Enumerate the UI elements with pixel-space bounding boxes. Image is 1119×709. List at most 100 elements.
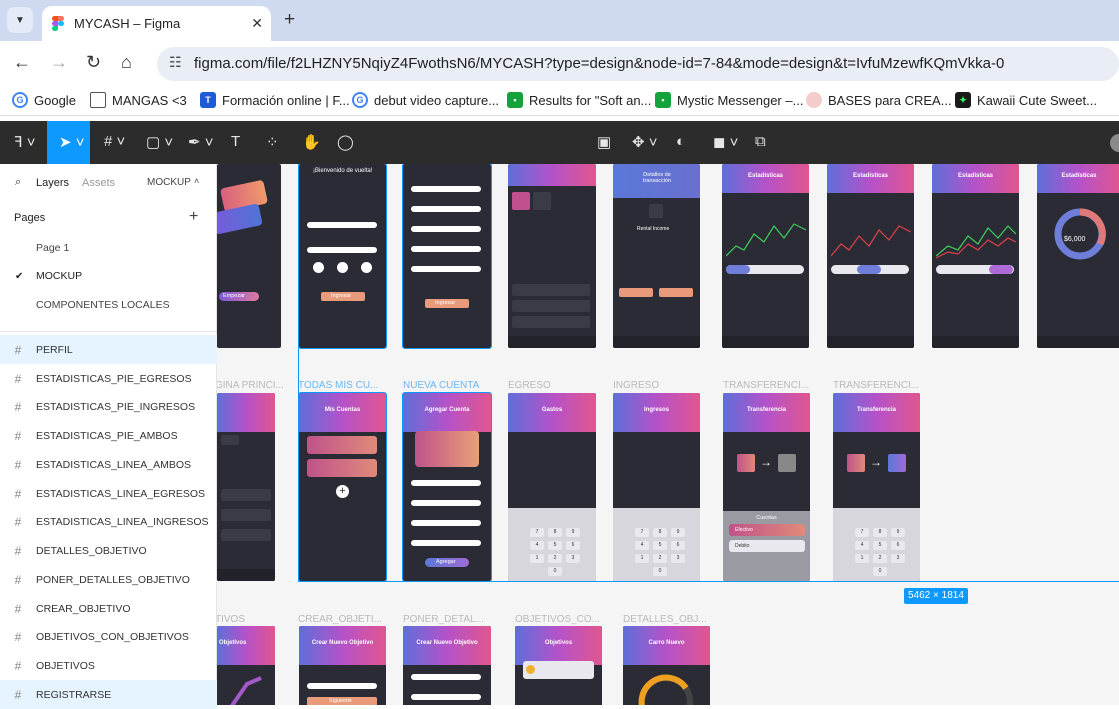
frame-goals[interactable]: Objetivos <box>217 626 275 705</box>
keypad-key[interactable]: 2 <box>873 554 887 563</box>
frame-stats-line-ingresos[interactable]: Estadísticas <box>932 164 1019 348</box>
frame-transaction-detail[interactable]: Detalles de transacción Rental Income <box>613 164 700 348</box>
layer-item[interactable]: # OBJETIVOS_CON_OBJETIVOS <box>0 622 217 651</box>
layer-item[interactable]: # PERFIL <box>0 335 217 364</box>
wallet-icon[interactable] <box>888 454 906 472</box>
layer-item[interactable]: # ESTADISTICAS_LINEA_INGRESOS <box>0 507 217 536</box>
keypad-key[interactable]: 3 <box>891 554 905 563</box>
frame-login[interactable]: ¡Bienvenido de vuelta! Ingresar <box>298 164 387 349</box>
layer-item[interactable]: # ESTADISTICAS_PIE_AMBOS <box>0 421 217 450</box>
page-item[interactable]: Page 1 <box>36 242 69 254</box>
frame-onboarding[interactable]: Empezar <box>217 164 281 348</box>
name-field[interactable] <box>411 674 481 680</box>
back-arrow-icon[interactable]: ← <box>13 52 31 73</box>
close-tab-icon[interactable]: ✕ <box>251 15 263 32</box>
frame-label[interactable]: GINA PRINCI... <box>217 380 284 391</box>
bookmark-mangas[interactable]: MANGAS <3 <box>90 92 187 108</box>
keypad-key[interactable]: 9 <box>566 528 580 537</box>
bookmark-kawaii[interactable]: ✦ Kawaii Cute Sweet... <box>955 92 1097 108</box>
frame-home[interactable] <box>508 164 596 348</box>
frame-new-account[interactable]: Agregar Cuenta Agregar <box>402 392 492 582</box>
move-tool-icon[interactable]: ➤ ˅ <box>59 133 85 151</box>
frame-stats-line-egresos[interactable]: Estadísticas <box>827 164 914 348</box>
frame-my-accounts[interactable]: Mis Cuentas + <box>298 392 387 582</box>
tab-search-chevron-icon[interactable]: ▼ <box>7 7 33 33</box>
new-tab-icon[interactable]: + <box>284 9 295 31</box>
frame-stats-line-both[interactable]: Estadísticas <box>722 164 809 348</box>
keypad-key[interactable]: 6 <box>566 541 580 550</box>
keypad-key[interactable]: 6 <box>891 541 905 550</box>
keypad-key[interactable]: 1 <box>530 554 544 563</box>
design-canvas[interactable]: Empezar ¡Bienvenido de vuelta! Ingresar … <box>217 164 1119 705</box>
account-card[interactable] <box>307 436 377 454</box>
keypad-key[interactable]: 9 <box>891 528 905 537</box>
keypad-key[interactable]: 4 <box>855 541 869 550</box>
wallet-icon[interactable] <box>737 454 755 472</box>
omnibox[interactable]: ☷ figma.com/file/f2LHZNY5NqiyZ4FwothsN6/… <box>157 47 1119 81</box>
keypad-key[interactable]: 8 <box>548 528 562 537</box>
account-card[interactable] <box>307 459 377 477</box>
frame-transfer-1[interactable]: Transferencia → Cuentas Efectivo Debito <box>723 393 810 581</box>
boolean-icon[interactable]: ◼ ˅ <box>713 133 738 151</box>
keypad-key[interactable]: 2 <box>548 554 562 563</box>
keypad-key[interactable]: 0 <box>548 567 562 576</box>
apple-icon[interactable] <box>361 262 372 273</box>
keypad-key[interactable]: 7 <box>635 528 649 537</box>
layer-item[interactable]: # ESTADISTICAS_PIE_EGRESOS <box>0 364 217 393</box>
keypad-key[interactable]: 0 <box>873 567 887 576</box>
tab-egresos[interactable] <box>857 265 881 274</box>
layer-item[interactable]: # OBJETIVOS <box>0 651 217 680</box>
keypad-key[interactable]: 7 <box>855 528 869 537</box>
delete-button[interactable] <box>659 288 693 297</box>
keypad-key[interactable]: 1 <box>855 554 869 563</box>
frame-label[interactable]: OBJETIVOS_CO... <box>515 614 600 625</box>
bookmark-results[interactable]: ▪ Results for "Soft an... <box>507 92 651 108</box>
avatar[interactable] <box>1110 134 1119 152</box>
frame-transfer-2[interactable]: Transferencia → 7 8 9 4 5 6 1 2 3 0 <box>833 393 920 581</box>
tab-ingresos[interactable] <box>726 265 750 274</box>
frame-create-goal[interactable]: Crear Nuevo Objetivo Siguiente <box>299 626 386 705</box>
currency-select[interactable] <box>411 520 481 526</box>
goal-name-field[interactable] <box>307 683 377 689</box>
confirm-password-field[interactable] <box>411 266 481 272</box>
add-account-icon[interactable]: + <box>336 485 349 498</box>
frame-label[interactable]: INGRESO <box>613 380 659 391</box>
crop-icon[interactable]: ▣ <box>597 133 611 151</box>
frame-label[interactable]: TODAS MIS CU... <box>298 380 378 391</box>
layer-item[interactable]: # CREAR_OBJETIVO <box>0 594 217 623</box>
text-tool-icon[interactable]: T <box>231 133 240 150</box>
bookmark-mystic[interactable]: ▪ Mystic Messenger –... <box>655 92 803 108</box>
frame-expense[interactable]: Gastos 7 8 9 4 5 6 1 2 3 0 <box>508 393 596 581</box>
frame-goals-with-goals[interactable]: Objetivos <box>515 626 602 705</box>
email-field[interactable] <box>307 222 377 228</box>
main-menu-icon[interactable]: ꟻ ˅ <box>14 133 36 151</box>
account-type-select[interactable] <box>411 500 481 506</box>
site-settings-icon[interactable]: ☷ <box>169 54 182 71</box>
keypad-key[interactable]: 8 <box>873 528 887 537</box>
frame-label[interactable]: TIVOS <box>217 614 245 625</box>
facebook-icon[interactable] <box>337 262 348 273</box>
keypad-key[interactable]: 5 <box>873 541 887 550</box>
frame-label[interactable]: DETALLES_OBJ... <box>623 614 707 625</box>
google-icon[interactable] <box>313 262 324 273</box>
frame-label[interactable]: PONER_DETAL... <box>403 614 484 625</box>
rectangle-tool-icon[interactable]: ▢ ˅ <box>146 133 173 151</box>
bookmark-bases[interactable]: BASES para CREA... <box>806 92 952 108</box>
keypad-key[interactable]: 6 <box>671 541 685 550</box>
frame-register[interactable]: Ingresar <box>402 164 492 349</box>
email-field[interactable] <box>411 226 481 232</box>
keypad-key[interactable]: 8 <box>653 528 667 537</box>
layer-item[interactable]: # ESTADISTICAS_LINEA_EGRESOS <box>0 479 217 508</box>
keypad-key[interactable]: 4 <box>635 541 649 550</box>
dev-mode-icon[interactable]: ⧉ <box>755 133 766 150</box>
bookmark-formacion[interactable]: T Formación online | F... <box>200 92 350 108</box>
wallet-icon[interactable] <box>847 454 865 472</box>
comment-tool-icon[interactable]: ◯ <box>337 133 354 151</box>
name-field[interactable] <box>411 480 481 486</box>
tab-ambos[interactable] <box>989 265 1013 274</box>
lastname-field[interactable] <box>411 206 481 212</box>
password-field[interactable] <box>307 247 377 253</box>
frame-label[interactable]: TRANSFERENCI... <box>723 380 809 391</box>
frame-label[interactable]: NUEVA CUENTA <box>403 380 479 391</box>
keypad-key[interactable]: 0 <box>653 567 667 576</box>
